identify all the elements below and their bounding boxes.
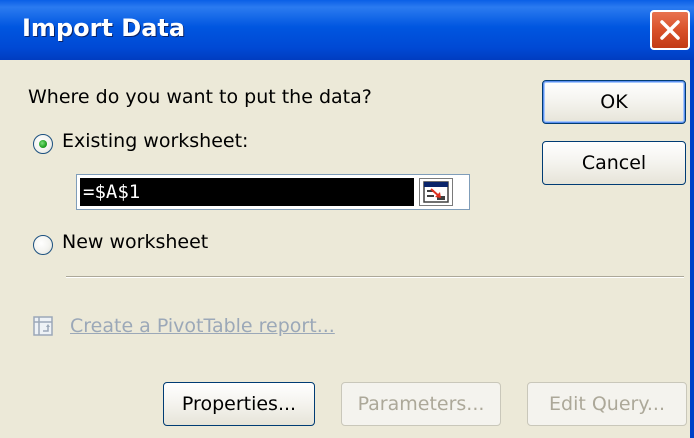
ok-button[interactable]: OK bbox=[542, 80, 686, 124]
close-button[interactable] bbox=[650, 10, 690, 50]
radio-selected-dot bbox=[39, 140, 47, 148]
cell-reference-box: =$A$1 bbox=[76, 174, 470, 210]
collapse-dialog-icon bbox=[423, 181, 449, 203]
title-bar[interactable]: Import Data bbox=[0, 0, 694, 60]
dialog-title: Import Data bbox=[22, 14, 186, 42]
window-frame bbox=[690, 60, 694, 438]
new-worksheet-radio[interactable] bbox=[33, 235, 53, 255]
existing-worksheet-radio[interactable] bbox=[33, 134, 53, 154]
edit-query-button: Edit Query... bbox=[527, 382, 687, 426]
existing-worksheet-label[interactable]: Existing worksheet: bbox=[62, 130, 248, 152]
pivot-table-icon bbox=[33, 316, 53, 336]
properties-button[interactable]: Properties... bbox=[163, 382, 315, 426]
create-pivottable-link[interactable]: Create a PivotTable report... bbox=[70, 315, 335, 337]
collapse-dialog-button[interactable] bbox=[419, 178, 453, 206]
separator-line bbox=[66, 276, 684, 278]
cell-reference-input[interactable]: =$A$1 bbox=[80, 178, 414, 206]
import-data-dialog: Import Data Where do you want to put the… bbox=[0, 0, 694, 438]
parameters-button: Parameters... bbox=[341, 382, 501, 426]
close-icon bbox=[660, 20, 680, 40]
new-worksheet-label[interactable]: New worksheet bbox=[62, 231, 208, 253]
cancel-button[interactable]: Cancel bbox=[542, 141, 686, 185]
destination-prompt: Where do you want to put the data? bbox=[28, 86, 372, 108]
